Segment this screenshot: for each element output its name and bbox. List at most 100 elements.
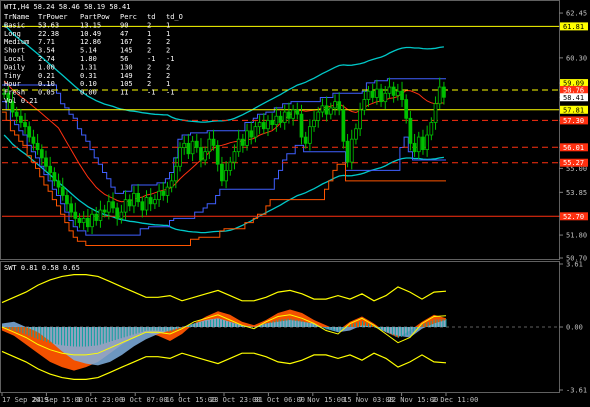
candle-body [375, 88, 379, 98]
price-marker-label: 57.81 [563, 106, 584, 114]
candle-body [362, 99, 367, 111]
indicator-tick-label: -3.61 [566, 387, 587, 395]
table-cell: -1 [147, 89, 155, 97]
time-tick-label: 31 Oct 06:00 [254, 396, 305, 404]
candle-body [153, 199, 157, 205]
candle-body [56, 180, 61, 188]
candle-body [94, 213, 99, 221]
table-cell: 2 [147, 38, 151, 46]
candle-body [253, 126, 258, 138]
table-cell: Tiny [4, 72, 21, 80]
table-cell: Hour [4, 80, 21, 88]
candle-body [186, 142, 191, 155]
candle-body [119, 211, 124, 219]
candle-body [132, 192, 136, 207]
time-tick-label: 15 Nov 03:00 [343, 396, 394, 404]
candle-body [127, 199, 132, 207]
candle-body [165, 186, 170, 196]
candle-body [35, 142, 40, 150]
candle-body [102, 209, 107, 213]
candle-body [27, 126, 32, 138]
candle-body [81, 217, 86, 223]
time-tick-label: 7 Nov 15:00 [299, 396, 345, 404]
table-cell: 1 [166, 21, 170, 29]
time-tick-label: 16 Oct 15:00 [166, 396, 217, 404]
candle-body [115, 207, 120, 219]
candle-body [270, 120, 275, 125]
candle-body [408, 117, 413, 144]
candle-body [404, 99, 409, 119]
candle-body [391, 86, 396, 96]
candle-body [303, 136, 308, 144]
candle-body [400, 90, 404, 100]
candle-body [345, 140, 350, 163]
candle-body [366, 90, 371, 100]
table-header-cell: PartPow [80, 13, 110, 21]
table-cell: 2 [166, 63, 170, 71]
time-tick-label: 1 Oct 23:00 [77, 396, 123, 404]
table-cell: 105 [120, 80, 133, 88]
candle-body [240, 138, 245, 146]
candle-body [370, 90, 375, 98]
table-cell: 1 [166, 80, 170, 88]
candle-body [308, 126, 312, 144]
candle-body [383, 92, 388, 103]
table-cell: 0.00 [80, 89, 97, 97]
candle-body [169, 180, 174, 188]
candle-body [299, 113, 304, 138]
table-cell: 2 [147, 47, 151, 55]
table-cell: Local [4, 55, 25, 63]
candle-body [316, 111, 321, 121]
candle-body [224, 170, 228, 182]
table-cell: 56 [120, 55, 128, 63]
candle-body [333, 101, 337, 109]
table-cell: 167 [120, 38, 133, 46]
price-tick-label: 60.30 [566, 54, 587, 62]
candle-body [249, 130, 254, 138]
table-cell: 2.74 [38, 55, 55, 63]
table-cell: 2 [166, 47, 170, 55]
candle-body [161, 190, 166, 196]
candle-body [148, 197, 153, 205]
time-tick-label: 23 Oct 23:00 [210, 396, 261, 404]
table-cell: 2 [147, 80, 151, 88]
candle-body [232, 151, 237, 163]
candle-body [312, 120, 316, 128]
table-cell: Daily [4, 63, 25, 71]
candle-body [236, 138, 241, 153]
candle-body [44, 157, 48, 167]
price-marker-label: 55.27 [563, 159, 584, 167]
table-cell: 149 [120, 72, 133, 80]
indicator-tick-label: 0.00 [566, 324, 583, 332]
candle-body [140, 201, 145, 211]
candle-body [199, 147, 203, 161]
candle-body [278, 115, 283, 123]
candle-body [207, 138, 212, 153]
candle-body [23, 122, 27, 128]
table-header-cell: TrPower [38, 13, 68, 21]
table-cell: 53.63 [38, 21, 59, 29]
table-cell: 90 [120, 21, 128, 29]
table-cell: 12.86 [80, 38, 101, 46]
candle-body [245, 130, 249, 146]
table-cell: 130 [120, 63, 133, 71]
candle-body [421, 136, 425, 150]
candle-body [442, 86, 446, 98]
table-cell: 7.71 [38, 38, 55, 46]
candle-body [379, 88, 383, 103]
table-header-cell: td [147, 13, 155, 21]
table-cell: 0.21 [38, 72, 55, 80]
candle-body [194, 140, 199, 148]
candle-body [433, 103, 438, 123]
candle-body [416, 136, 421, 153]
table-cell: 3.54 [38, 47, 55, 55]
candle-body [429, 122, 434, 136]
table-cell: 1.80 [80, 55, 97, 63]
time-tick-label: 9 Oct 07:00 [121, 396, 167, 404]
table-header-cell: TrName [4, 13, 29, 21]
table-cell: Basic [4, 21, 25, 29]
candle-body [320, 105, 325, 113]
table-cell: 2 [147, 72, 151, 80]
table-cell: 1.00 [38, 63, 55, 71]
price-marker-label: 58.41 [563, 94, 584, 102]
